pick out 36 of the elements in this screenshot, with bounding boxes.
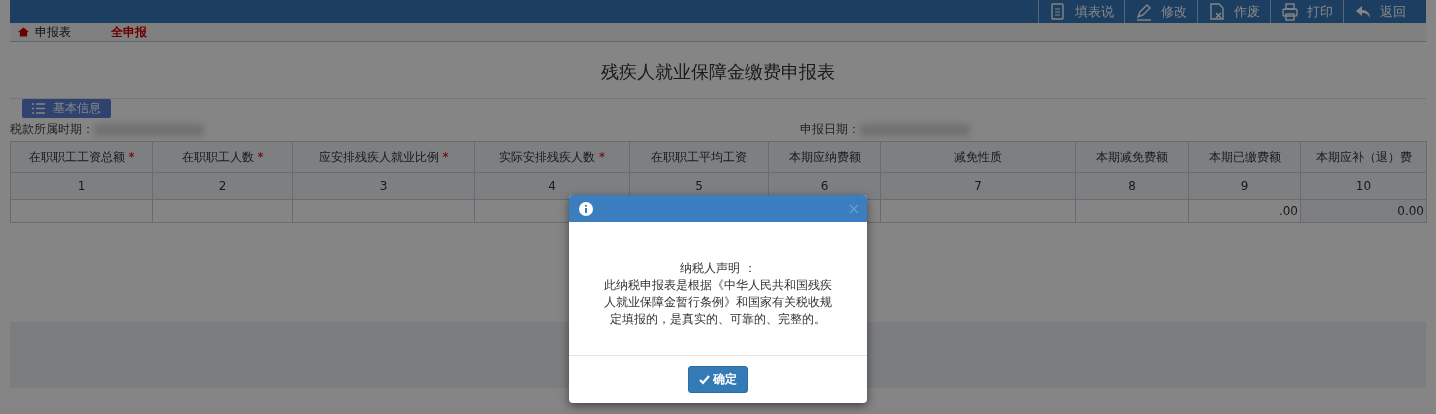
pencil-icon: [1135, 2, 1153, 21]
info-icon: [579, 201, 593, 216]
list-icon: [32, 103, 45, 114]
column-header: 在职职工人数 *: [152, 141, 293, 173]
field-label: 税款所属时期：: [10, 121, 94, 138]
column-number: 8: [1075, 172, 1189, 200]
section-title: 基本信息: [53, 100, 101, 117]
tab[interactable]: 申报表: [18, 23, 71, 41]
column-number: 2: [152, 172, 293, 200]
column-header: 本期应纳费额: [768, 141, 881, 173]
column-header: 应安排残疾人就业比例 *: [292, 141, 475, 173]
column-header: 在职职工平均工资: [629, 141, 769, 173]
column-number: 10: [1300, 172, 1427, 200]
column-number: 9: [1188, 172, 1301, 200]
table-cell: 0.00: [1300, 199, 1427, 223]
column-header: 本期应补（退）费: [1300, 141, 1427, 173]
field-label: 申报日期：: [800, 121, 860, 138]
printer-icon: [1281, 2, 1299, 21]
column-header: 在职职工工资总额 *: [10, 141, 153, 173]
column-header: 减免性质: [880, 141, 1076, 173]
home-icon: [18, 27, 29, 37]
tab[interactable]: 全申报: [111, 23, 147, 41]
form-title: 残疾人就业保障金缴费申报表: [10, 42, 1426, 99]
column-header: 本期已缴费额: [1188, 141, 1301, 173]
column-header: 本期减免费额: [1075, 141, 1189, 173]
column-header: 实际安排残疾人数 *: [474, 141, 630, 173]
column-number: 7: [880, 172, 1076, 200]
dialog-heading: 纳税人声明 ：: [680, 259, 756, 277]
dialog-message: 此纳税申报表是根据《中华人民共和国残疾人就业保障金暂行条例》和国家有关税收规定填报的，是真实的、可靠的、完整的。: [603, 276, 833, 328]
column-number: 3: [292, 172, 475, 200]
document-icon: [1049, 2, 1067, 21]
table-cell: .00: [1188, 199, 1301, 223]
document-x-icon: [1208, 2, 1226, 21]
confirm-button[interactable]: 确定: [688, 366, 748, 393]
check-icon: [699, 374, 710, 385]
column-number: 1: [10, 172, 153, 200]
